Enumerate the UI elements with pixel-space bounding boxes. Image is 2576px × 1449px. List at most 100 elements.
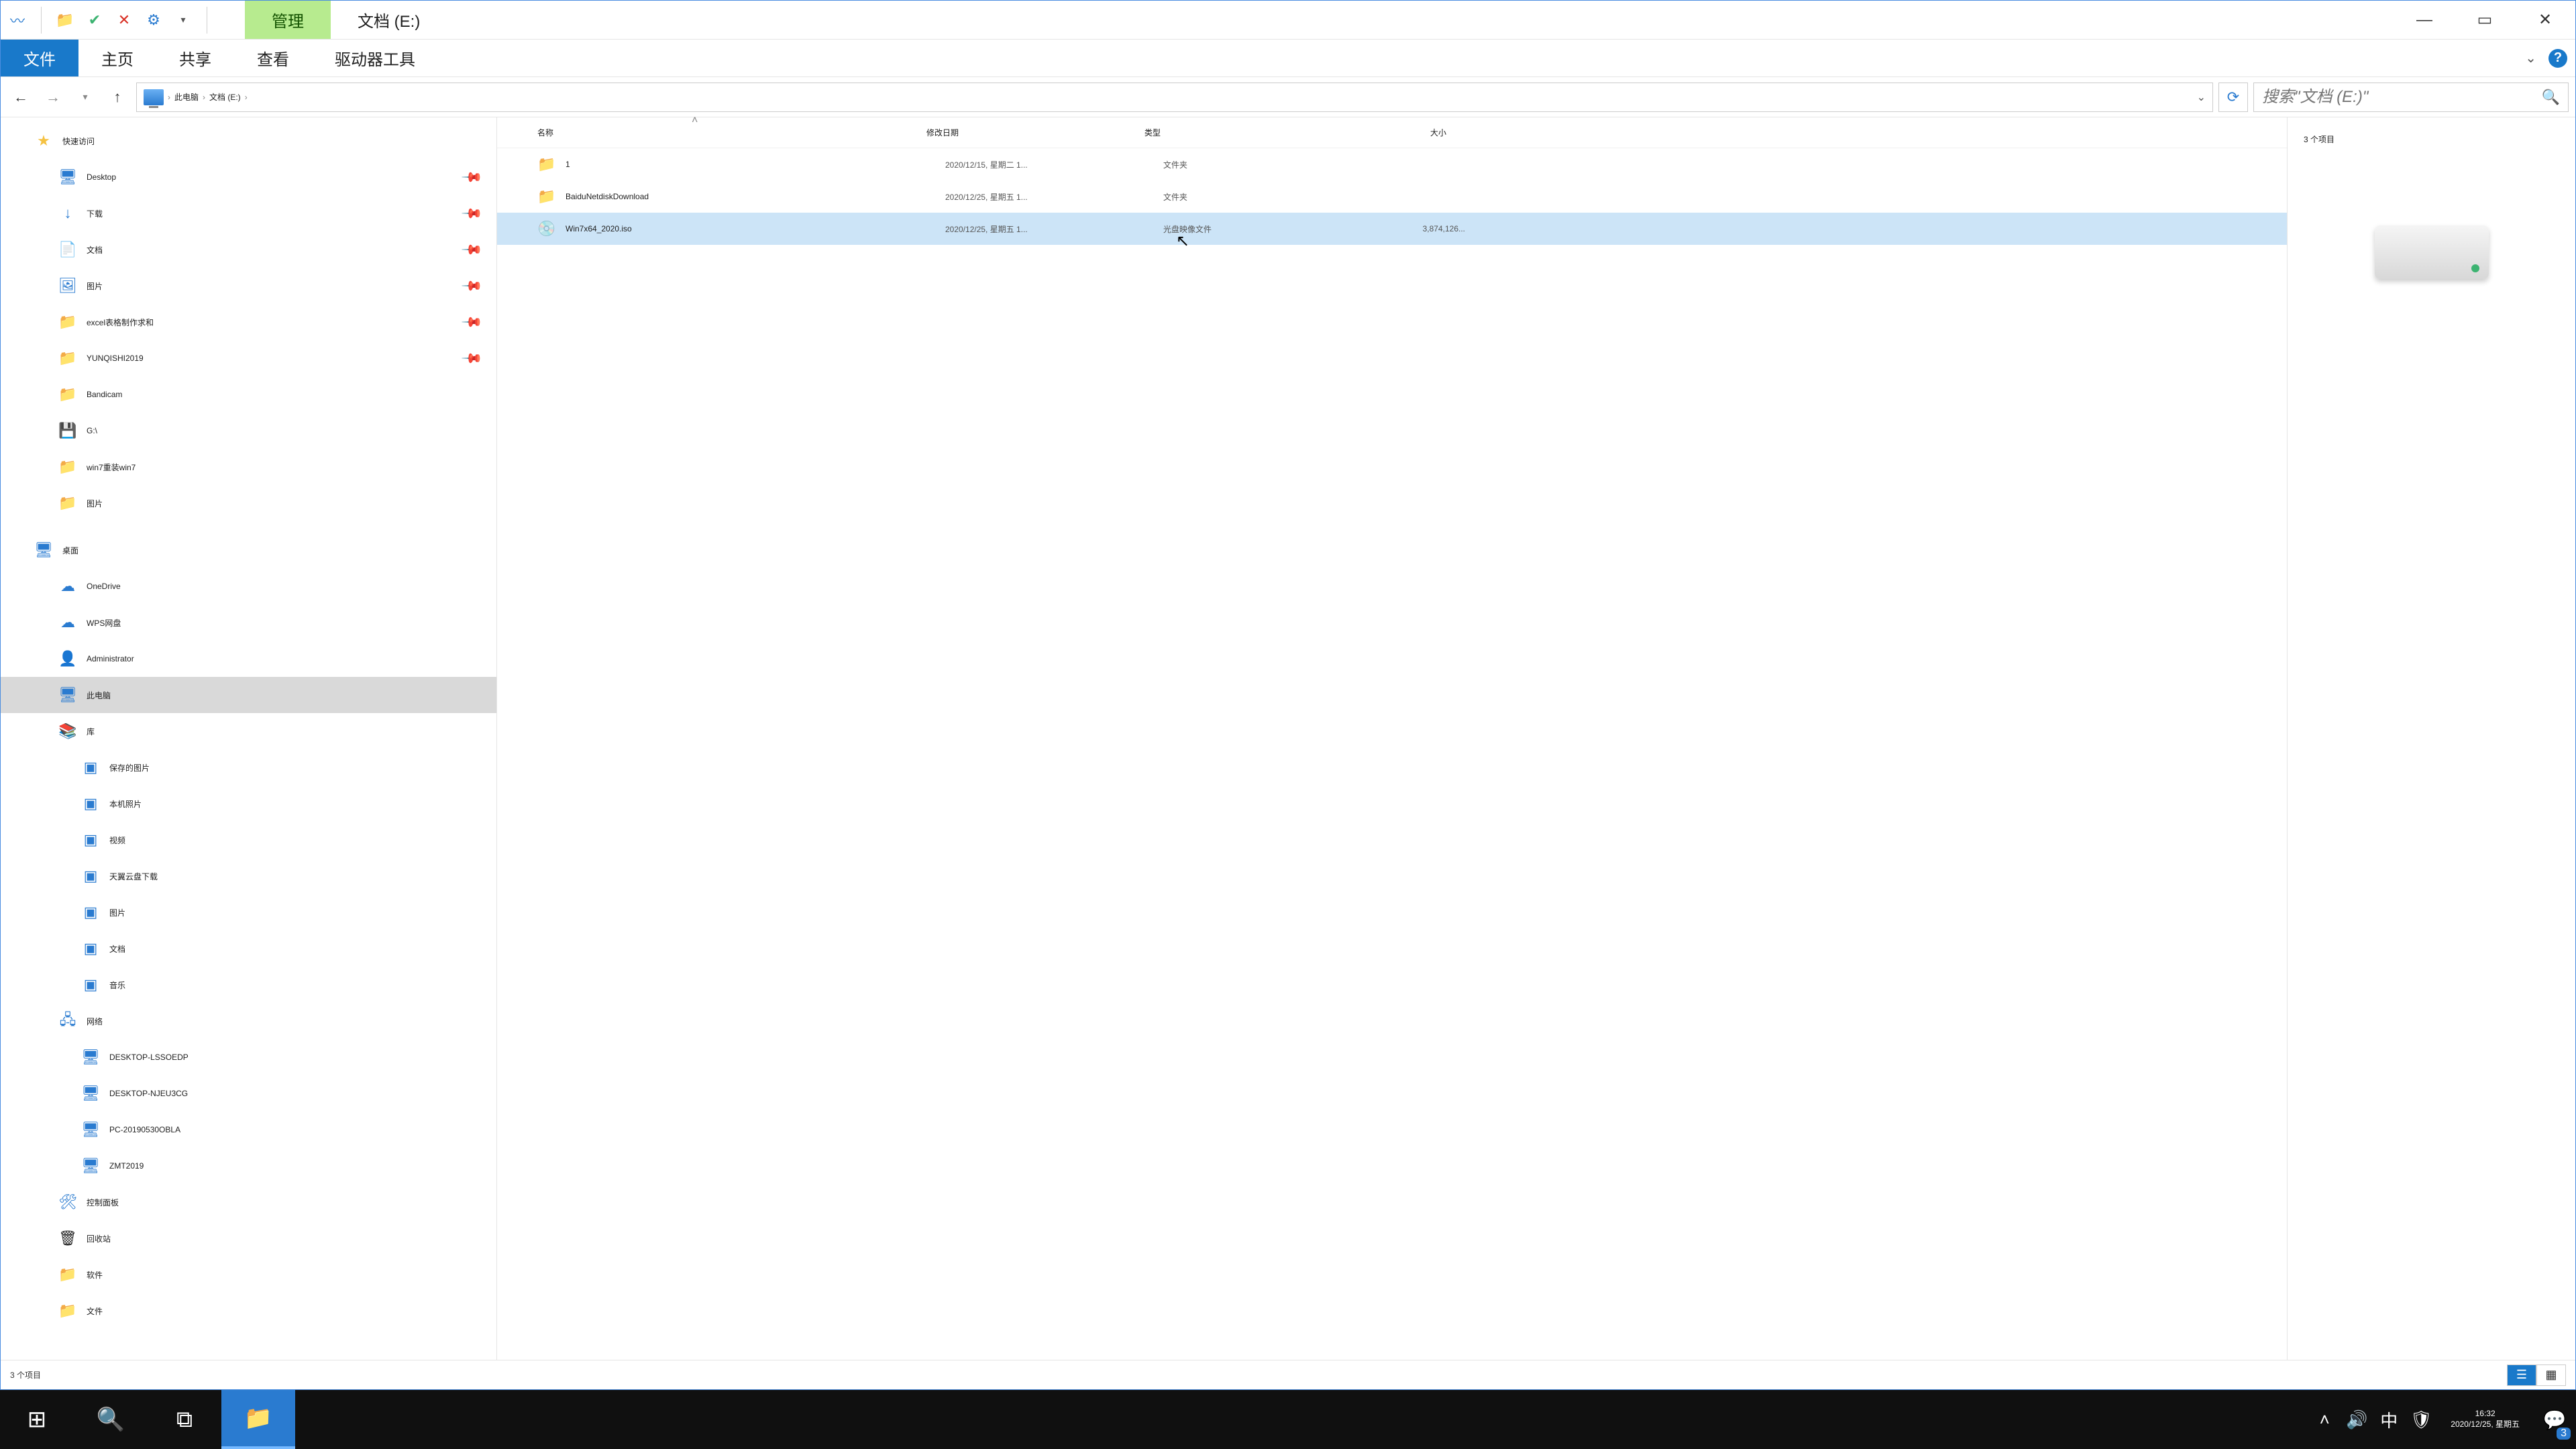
tab-view[interactable]: 查看 — [234, 40, 312, 76]
minimize-button[interactable]: — — [2394, 1, 2455, 40]
volume-icon[interactable]: 🔊 — [2341, 1390, 2373, 1449]
item-icon: 🖥 — [58, 168, 77, 186]
sidebar-item-label: 图片 — [109, 907, 125, 918]
sidebar-libraries[interactable]: 📚 库 — [1, 713, 496, 749]
sidebar-item[interactable]: 📁 图片 — [1, 485, 496, 521]
col-size[interactable]: 大小 — [1326, 117, 1446, 148]
sidebar-recycle[interactable]: 🗑 回收站 — [1, 1220, 496, 1256]
qat-dropdown-icon[interactable]: ▾ — [173, 10, 193, 30]
sidebar-item-label: 保存的图片 — [109, 762, 150, 773]
table-row[interactable]: 📁 1 2020/12/15, 星期二 1... 文件夹 — [497, 148, 2287, 180]
start-button[interactable]: ⊞ — [0, 1390, 74, 1449]
sidebar-item[interactable]: ▣ 文档 — [1, 930, 496, 967]
sidebar-item[interactable]: ▣ 音乐 — [1, 967, 496, 1003]
back-button[interactable]: ← — [7, 84, 34, 111]
notification-button[interactable]: 💬3 — [2533, 1390, 2576, 1449]
sidebar-item[interactable]: ▣ 保存的图片 — [1, 749, 496, 786]
sidebar-admin[interactable]: 👤 Administrator — [1, 641, 496, 677]
sidebar-network[interactable]: 🖧 网络 — [1, 1003, 496, 1039]
library-item-icon: ▣ — [81, 975, 100, 994]
col-type[interactable]: 类型 — [1144, 117, 1326, 148]
thumbnails-view-button[interactable]: ▦ — [2536, 1364, 2566, 1386]
sidebar-item[interactable]: 🖥 Desktop📌 — [1, 159, 496, 195]
sidebar-item[interactable]: 🖥 ZMT2019 — [1, 1148, 496, 1184]
sidebar-item-label: 音乐 — [109, 979, 125, 991]
chevron-right-icon[interactable]: › — [168, 93, 170, 102]
ime-icon[interactable]: 中 — [2373, 1390, 2405, 1449]
chevron-right-icon[interactable]: › — [203, 93, 205, 102]
user-icon: 👤 — [58, 649, 77, 668]
sidebar-item-label: Desktop — [87, 172, 116, 182]
search-box[interactable]: 🔍 — [2253, 83, 2569, 112]
close-button[interactable]: ✕ — [2515, 1, 2575, 40]
tab-share[interactable]: 共享 — [156, 40, 234, 76]
check-icon[interactable]: ✔ — [85, 10, 105, 30]
sidebar-label: OneDrive — [87, 582, 121, 591]
chevron-down-icon[interactable]: ⌄ — [2525, 50, 2536, 66]
sidebar-item[interactable]: 🖥 PC-20190530OBLA — [1, 1112, 496, 1148]
up-button[interactable]: ↑ — [104, 84, 131, 111]
sidebar-item[interactable]: 🖼 图片📌 — [1, 268, 496, 304]
search-icon[interactable]: 🔍 — [2542, 89, 2560, 106]
table-row[interactable]: 💿 Win7x64_2020.iso 2020/12/25, 星期五 1... … — [497, 213, 2287, 245]
sidebar-files[interactable]: 📁 文件 — [1, 1293, 496, 1329]
sidebar-item[interactable]: 📁 Bandicam — [1, 376, 496, 413]
sidebar-item[interactable]: 📁 YUNQISHI2019📌 — [1, 340, 496, 376]
forward-button[interactable]: → — [40, 84, 66, 111]
cloud-icon: ☁ — [58, 577, 77, 596]
cell-name: BaiduNetdiskDownload — [566, 192, 945, 201]
sidebar-onedrive[interactable]: ☁ OneDrive — [1, 568, 496, 604]
file-list: ˄ 名称 修改日期 类型 大小 📁 1 2020/12/15, 星期二 1...… — [497, 117, 2287, 1360]
tab-home[interactable]: 主页 — [78, 40, 156, 76]
sidebar-item[interactable]: 🖥 DESKTOP-NJEU3CG — [1, 1075, 496, 1112]
sidebar-item[interactable]: ▣ 视频 — [1, 822, 496, 858]
title-path: 文档 (E:) — [331, 1, 447, 39]
task-view-button[interactable]: ⧉ — [148, 1390, 221, 1449]
history-dropdown-icon[interactable]: ▾ — [72, 84, 99, 111]
sidebar-item[interactable]: 📁 excel表格制作求和📌 — [1, 304, 496, 340]
taskbar-clock[interactable]: 16:32 2020/12/25, 星期五 — [2437, 1409, 2533, 1430]
tab-file[interactable]: 文件 — [1, 40, 78, 76]
pin-icon: 📌 — [460, 346, 484, 370]
explorer-taskbar-button[interactable]: 📁 — [221, 1390, 295, 1449]
item-icon: 💾 — [58, 421, 77, 440]
gear-icon[interactable]: ⚙ — [144, 10, 164, 30]
sidebar-desktop[interactable]: 🖥 桌面 — [1, 532, 496, 568]
tab-drive-tools[interactable]: 驱动器工具 — [312, 40, 438, 76]
sidebar-control-panel[interactable]: 🛠 控制面板 — [1, 1184, 496, 1220]
close-qat-icon[interactable]: ✕ — [114, 10, 134, 30]
maximize-button[interactable]: ▭ — [2455, 1, 2515, 40]
refresh-button[interactable]: ⟳ — [2218, 83, 2248, 112]
sidebar-wps[interactable]: ☁ WPS网盘 — [1, 604, 496, 641]
preview-pane: 3 个项目 — [2287, 117, 2575, 1360]
sidebar-item[interactable]: 📁 win7重装win7 — [1, 449, 496, 485]
details-view-button[interactable]: ☰ — [2507, 1364, 2536, 1386]
sidebar-quick-access[interactable]: ★ 快速访问 — [1, 123, 496, 159]
tab-manage[interactable]: 管理 — [245, 1, 331, 39]
sidebar-item[interactable]: 📄 文档📌 — [1, 231, 496, 268]
sidebar-item[interactable]: 💾 G:\ — [1, 413, 496, 449]
sidebar-software[interactable]: 📁 软件 — [1, 1256, 496, 1293]
chevron-right-icon[interactable]: › — [245, 93, 248, 102]
security-icon[interactable]: 🛡 — [2405, 1390, 2437, 1449]
sidebar-item[interactable]: ▣ 天翼云盘下载 — [1, 858, 496, 894]
sidebar-item[interactable]: ▣ 图片 — [1, 894, 496, 930]
search-input[interactable] — [2262, 88, 2542, 107]
folder-icon[interactable]: 📁 — [55, 10, 75, 30]
bc-dropdown-icon[interactable]: ⌄ — [2197, 91, 2206, 104]
col-date[interactable]: 修改日期 — [926, 117, 1144, 148]
col-name[interactable]: 名称 — [537, 117, 926, 148]
sidebar-this-pc[interactable]: 🖥 此电脑 — [1, 677, 496, 713]
cell-type: 文件夹 — [1163, 159, 1344, 170]
help-icon[interactable]: ? — [2548, 49, 2567, 68]
breadcrumb[interactable]: › 此电脑 › 文档 (E:) › ⌄ — [136, 83, 2213, 112]
breadcrumb-drive[interactable]: 文档 (E:) — [209, 91, 241, 103]
sidebar-item[interactable]: 🖥 DESKTOP-LSSOEDP — [1, 1039, 496, 1075]
search-button[interactable]: 🔍 — [74, 1390, 148, 1449]
table-row[interactable]: 📁 BaiduNetdiskDownload 2020/12/25, 星期五 1… — [497, 180, 2287, 213]
item-icon: 📁 — [58, 385, 77, 404]
sidebar-item[interactable]: ↓ 下载📌 — [1, 195, 496, 231]
sidebar-item[interactable]: ▣ 本机照片 — [1, 786, 496, 822]
tray-chevron-icon[interactable]: ˄ — [2308, 1390, 2341, 1449]
breadcrumb-this-pc[interactable]: 此电脑 — [174, 91, 199, 103]
